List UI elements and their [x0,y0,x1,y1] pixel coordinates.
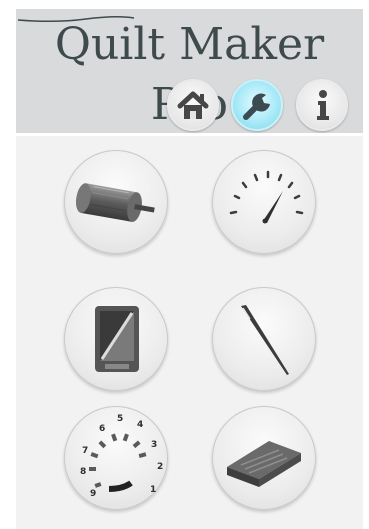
app-frame: Quilt Maker Pro [0,0,369,529]
tension-button[interactable]: 1 2 3 4 5 6 7 8 9 [64,406,168,510]
speed-button[interactable] [212,150,316,254]
dial-number-4: 4 [137,420,143,430]
app-logo: Quilt Maker Pro [54,19,325,130]
dial-number-6: 6 [99,424,105,434]
settings-button[interactable] [231,79,283,131]
header-bar: Quilt Maker Pro [16,9,363,133]
dial-number-9: 9 [90,489,96,499]
dial-number-8: 8 [80,467,86,477]
dial-number-7: 7 [82,446,88,456]
bobbin-icon [75,183,155,222]
home-icon [177,91,209,119]
info-button[interactable] [296,79,348,131]
speed-gauge-icon [229,170,304,224]
foot-pedal-icon [227,441,301,487]
foot-pedal-button[interactable] [212,406,316,510]
wrench-icon [243,93,270,120]
dial-number-1: 1 [150,485,156,495]
needle-icon [241,305,289,375]
dial-number-5: 5 [117,414,123,424]
tablet-button[interactable] [64,287,168,391]
tension-dial-icon: 1 2 3 4 5 6 7 8 9 [80,414,163,499]
tablet-icon [95,306,139,372]
home-button[interactable] [167,79,219,131]
needle-button[interactable] [212,287,316,391]
dial-number-3: 3 [151,440,157,450]
tools-panel: 1 2 3 4 5 6 7 8 9 [16,136,363,529]
bobbin-button[interactable] [64,150,168,254]
dial-number-2: 2 [157,462,163,472]
info-icon [317,90,329,120]
